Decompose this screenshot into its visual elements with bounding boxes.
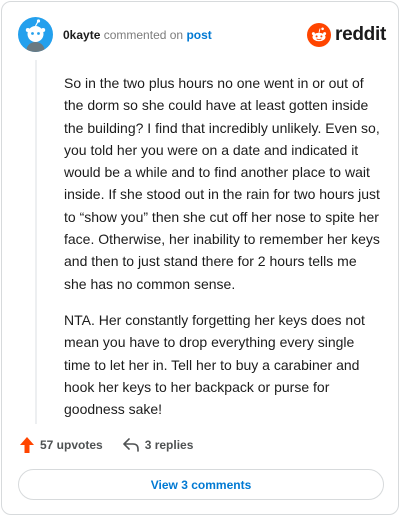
snoo-avatar-icon	[25, 19, 46, 52]
thread-line[interactable]	[35, 60, 37, 424]
comment-card: 0kayte commented on post reddit So in th…	[1, 1, 399, 515]
view-comments-button[interactable]: View 3 comments	[18, 469, 384, 500]
comment-header: 0kayte commented on post reddit	[18, 17, 386, 53]
comment-body: So in the two plus hours no one went in …	[64, 72, 382, 434]
comment-byline: 0kayte commented on post	[63, 28, 212, 42]
reply-arrow-icon	[122, 438, 139, 452]
byline-action-text: commented on	[103, 28, 184, 42]
reddit-logo-icon	[307, 23, 332, 47]
reddit-logo[interactable]: reddit	[307, 22, 386, 48]
post-link[interactable]: post	[186, 28, 211, 42]
avatar[interactable]	[18, 17, 53, 52]
comment-actions: 57 upvotes 3 replies	[20, 435, 193, 455]
upvote-button[interactable]: 57 upvotes	[20, 437, 103, 453]
comment-paragraph: NTA. Her constantly forgetting her keys …	[64, 311, 365, 418]
upvote-arrow-icon	[20, 437, 34, 453]
upvote-count: 57 upvotes	[40, 438, 103, 452]
comment-paragraph: So in the two plus hours no one went in …	[64, 75, 380, 292]
reddit-wordmark: reddit	[335, 24, 386, 45]
replies-button[interactable]: 3 replies	[122, 438, 194, 452]
username-link[interactable]: 0kayte	[63, 28, 100, 42]
reply-count: 3 replies	[144, 438, 194, 452]
